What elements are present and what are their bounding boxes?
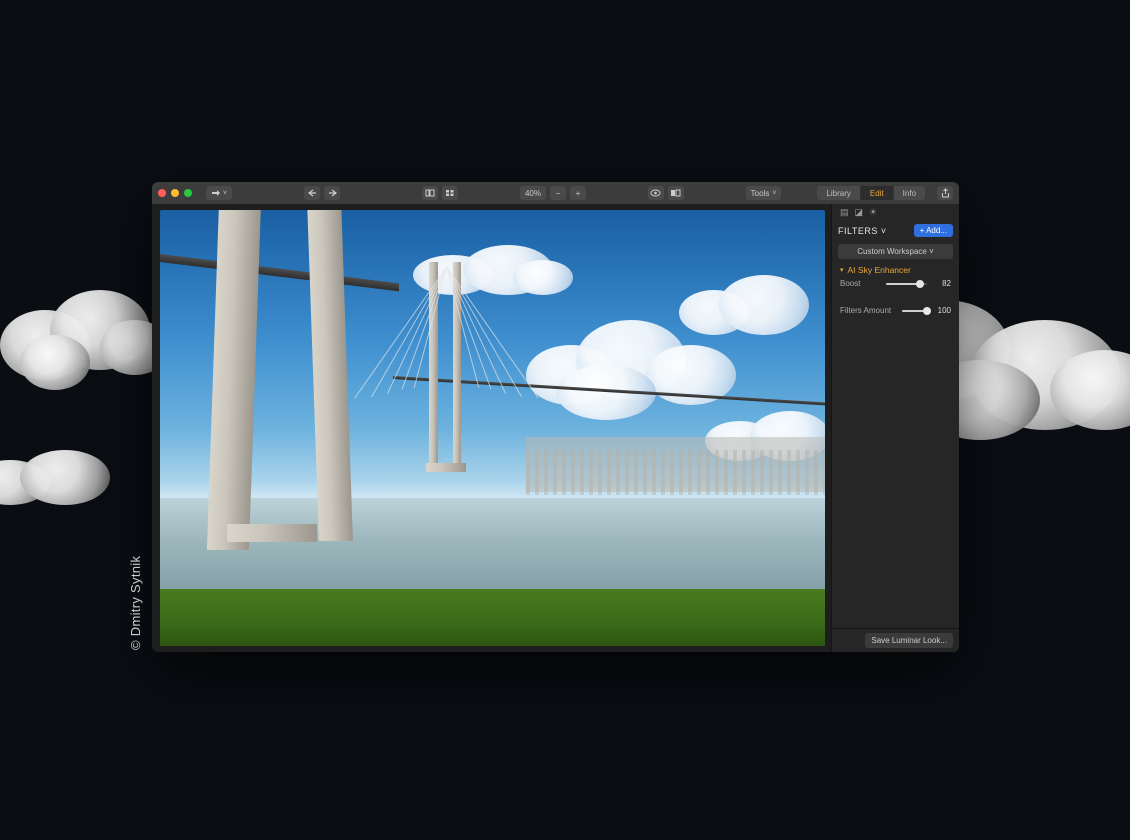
undo-button[interactable]: [304, 186, 320, 200]
zoom-in-button[interactable]: +: [570, 186, 586, 200]
zoom-out-button[interactable]: −: [550, 186, 566, 200]
adjustments-icon[interactable]: ☀: [869, 207, 877, 218]
filters-panel: ▤ ◪ ☀ FILTERS ˅ + Add... Custom Workspac…: [831, 204, 959, 652]
tools-menu-button[interactable]: Tools ˅: [746, 186, 782, 200]
compare-group: [648, 186, 684, 200]
save-look-button[interactable]: Save Luminar Look...: [865, 633, 953, 648]
single-view-button[interactable]: [422, 186, 438, 200]
zoom-level-button[interactable]: 40%: [520, 186, 546, 200]
export-menu-button[interactable]: ˅: [206, 186, 232, 200]
nav-arrows: [304, 186, 340, 200]
view-mode-group: [422, 186, 458, 200]
tab-edit[interactable]: Edit: [861, 186, 894, 200]
toolbar: ˅ 40% − + Tools ˅ Li: [152, 182, 959, 204]
filters-amount-label: Filters Amount: [840, 306, 896, 315]
workspace-dropdown[interactable]: Custom Workspace ˅: [838, 244, 953, 259]
compare-split-button[interactable]: [668, 186, 684, 200]
filter-title[interactable]: AI Sky Enhancer: [840, 265, 951, 275]
zoom-group: 40% − +: [520, 186, 586, 200]
filters-title[interactable]: FILTERS ˅: [838, 226, 887, 236]
redo-button[interactable]: [324, 186, 340, 200]
app-window: ˅ 40% − + Tools ˅ Li: [152, 182, 959, 652]
canvas-area: /*placeholder*/: [152, 204, 831, 652]
tools-label: Tools: [751, 189, 770, 198]
boost-value: 82: [933, 279, 951, 288]
window-controls: [158, 189, 192, 197]
add-filter-button[interactable]: + Add...: [914, 224, 953, 237]
maximize-icon[interactable]: [184, 189, 192, 197]
decor-cloud-left-bottom: [0, 450, 110, 510]
boost-label: Boost: [840, 279, 880, 288]
image-credit: © Dmitry Sytnik: [128, 556, 143, 650]
preview-eye-button[interactable]: [648, 186, 664, 200]
close-icon[interactable]: [158, 189, 166, 197]
filters-amount-value: 100: [933, 306, 951, 315]
share-button[interactable]: [937, 186, 953, 200]
filters-amount-block: Filters Amount 100: [832, 302, 959, 319]
grid-view-button[interactable]: [442, 186, 458, 200]
filter-ai-sky-enhancer: AI Sky Enhancer Boost 82: [832, 265, 959, 292]
filters-amount-slider[interactable]: [902, 310, 927, 312]
tab-library[interactable]: Library: [817, 186, 860, 200]
main-tabs: Library Edit Info: [817, 186, 925, 200]
boost-slider[interactable]: [886, 283, 927, 285]
image-canvas[interactable]: /*placeholder*/: [160, 210, 825, 646]
minimize-icon[interactable]: [171, 189, 179, 197]
layers-icon[interactable]: ▤: [840, 207, 849, 218]
histogram-icon[interactable]: ◪: [855, 207, 864, 218]
tab-info[interactable]: Info: [894, 186, 925, 200]
